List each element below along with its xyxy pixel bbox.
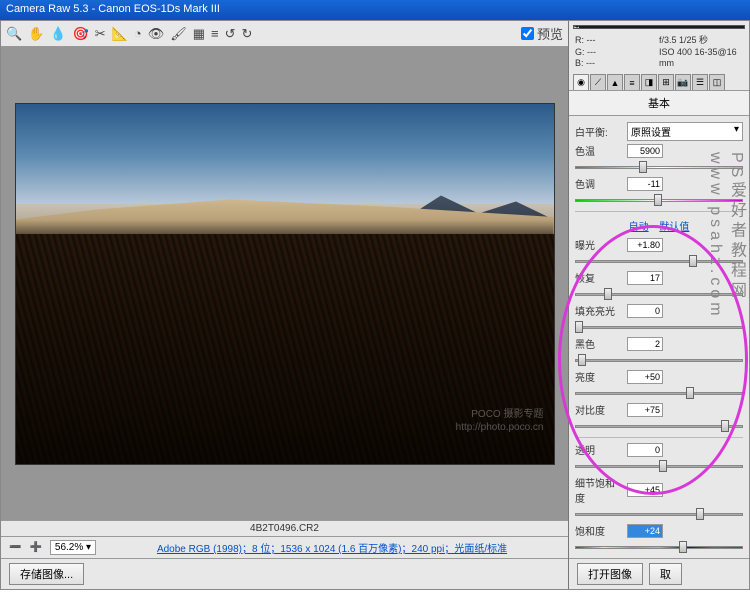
- black-label: 黑色: [575, 336, 623, 351]
- wb-tool-icon[interactable]: 💧: [50, 26, 66, 42]
- temp-label: 色温: [575, 143, 623, 158]
- zoom-out-button[interactable]: ➖: [9, 542, 21, 553]
- tab-strip: ◉ ⟋ ▲ ≡ ◨ ⊞ 📷 ☰ ◫: [569, 72, 749, 91]
- zoom-in-button[interactable]: ➕: [29, 542, 41, 553]
- tint-label: 色调: [575, 176, 623, 191]
- histogram[interactable]: [573, 25, 745, 29]
- brightness-label: 亮度: [575, 369, 623, 384]
- recovery-label: 恢复: [575, 270, 623, 285]
- auto-link[interactable]: 自动: [629, 222, 649, 233]
- rotate-ccw-icon[interactable]: ↺: [225, 26, 236, 42]
- tab-split[interactable]: ◨: [641, 74, 657, 90]
- brightness-value[interactable]: +50: [627, 370, 663, 384]
- open-button[interactable]: 打开图像: [577, 563, 643, 585]
- spot-tool-icon[interactable]: ◔: [134, 26, 142, 41]
- clarity-slider[interactable]: [575, 459, 743, 473]
- hand-tool-icon[interactable]: ✋: [28, 26, 44, 42]
- toolbar: 🔍 ✋ 💧 🎯 ✂ 📐 ◔ 👁 🖌 ▦ ≡ ↺ ↻ 预览: [1, 21, 568, 47]
- fill-value[interactable]: 0: [627, 304, 663, 318]
- workflow-link[interactable]: Adobe RGB (1998)；8 位；1536 x 1024 (1.6 百万…: [157, 540, 507, 555]
- zoom-select[interactable]: 56.2% ▾: [50, 540, 96, 555]
- filename-bar: 4B2T0496.CR2: [1, 520, 568, 536]
- saturation-label: 饱和度: [575, 523, 623, 538]
- vibrance-label: 细节饱和度: [575, 475, 623, 505]
- wb-dropdown[interactable]: 原照设置▾: [627, 122, 743, 141]
- saturation-slider[interactable]: [575, 540, 743, 554]
- fill-label: 填充亮光: [575, 303, 623, 318]
- tab-lens[interactable]: ⊞: [658, 74, 674, 90]
- exif-info: R: --- G: --- B: --- f/3.5 1/25 秒 ISO 40…: [569, 33, 749, 72]
- clarity-value[interactable]: 0: [627, 443, 663, 457]
- saturation-value[interactable]: +24: [627, 524, 663, 538]
- rotate-cw-icon[interactable]: ↻: [242, 26, 253, 42]
- image-area: POCO 摄影专题 http://photo.poco.cn: [1, 47, 568, 520]
- tab-basic[interactable]: ◉: [573, 74, 589, 90]
- left-panel: 🔍 ✋ 💧 🎯 ✂ 📐 ◔ 👁 🖌 ▦ ≡ ↺ ↻ 预览: [1, 21, 569, 589]
- contrast-label: 对比度: [575, 402, 623, 417]
- color-sampler-icon[interactable]: 🎯: [73, 26, 89, 42]
- wb-label: 白平衡:: [575, 124, 623, 139]
- bottom-bar-left: 存储图像...: [1, 558, 568, 589]
- clarity-label: 透明: [575, 442, 623, 457]
- image-preview[interactable]: POCO 摄影专题 http://photo.poco.cn: [15, 103, 555, 465]
- main-container: 🔍 ✋ 💧 🎯 ✂ 📐 ◔ 👁 🖌 ▦ ≡ ↺ ↻ 预览: [0, 20, 750, 590]
- tab-detail[interactable]: ▲: [607, 74, 623, 90]
- exposure-value[interactable]: +1.80: [627, 238, 663, 252]
- crop-tool-icon[interactable]: ✂: [95, 26, 106, 42]
- tab-presets[interactable]: ☰: [692, 74, 708, 90]
- preview-checkbox[interactable]: [521, 27, 534, 40]
- black-value[interactable]: 2: [627, 337, 663, 351]
- exposure-label: 曝光: [575, 237, 623, 252]
- save-button[interactable]: 存储图像...: [9, 563, 84, 585]
- tab-hsl[interactable]: ≡: [624, 74, 640, 90]
- adjust-brush-icon[interactable]: 🖌: [170, 26, 187, 42]
- contrast-value[interactable]: +75: [627, 403, 663, 417]
- straighten-tool-icon[interactable]: 📐: [112, 26, 128, 42]
- prefs-icon[interactable]: ≡: [211, 26, 219, 41]
- zoom-bar: ➖ ➕ 56.2% ▾ Adobe RGB (1998)；8 位；1536 x …: [1, 536, 568, 558]
- preview-toggle[interactable]: 预览: [521, 24, 563, 43]
- side-watermark: PS爱好者教程网 www.psahz.com: [706, 152, 748, 456]
- vibrance-value[interactable]: +45: [627, 483, 663, 497]
- tint-value[interactable]: -11: [627, 177, 663, 191]
- cancel-button[interactable]: 取: [649, 563, 682, 585]
- window-titlebar: Camera Raw 5.3 - Canon EOS-1Ds Mark III: [0, 0, 750, 20]
- default-link[interactable]: 默认值: [659, 222, 689, 233]
- recovery-value[interactable]: 17: [627, 271, 663, 285]
- zoom-tool-icon[interactable]: 🔍: [6, 26, 22, 42]
- watermark: POCO 摄影专题 http://photo.poco.cn: [456, 408, 544, 434]
- temp-value[interactable]: 5900: [627, 144, 663, 158]
- preview-label: 预览: [537, 24, 563, 43]
- tab-snapshots[interactable]: ◫: [709, 74, 725, 90]
- grad-filter-icon[interactable]: ▦: [193, 26, 205, 42]
- redeye-tool-icon[interactable]: 👁: [148, 26, 165, 42]
- vibrance-slider[interactable]: [575, 507, 743, 521]
- tab-camera[interactable]: 📷: [675, 74, 691, 90]
- bottom-bar-right: 打开图像 取: [569, 558, 749, 589]
- panel-title: 基本: [569, 91, 749, 116]
- tab-curve[interactable]: ⟋: [590, 74, 606, 90]
